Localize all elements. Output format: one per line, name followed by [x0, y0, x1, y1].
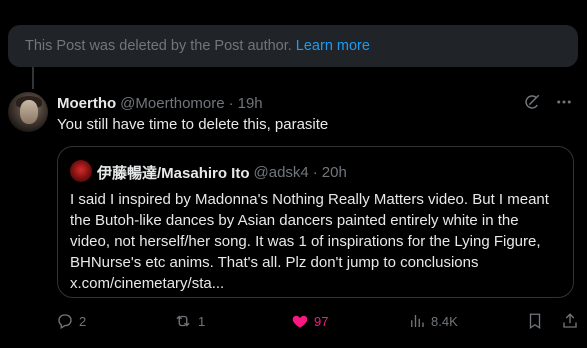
- reply-icon: [58, 314, 72, 329]
- quoted-post-text: I said I inspired by Madonna's Nothing R…: [70, 189, 565, 294]
- reply-button[interactable]: 2: [56, 312, 86, 330]
- share-icon: [563, 313, 577, 328]
- quoted-text-line: the Butoh-like dances by Asian dancers p…: [70, 212, 519, 229]
- more-options-icon[interactable]: [555, 93, 573, 111]
- bookmark-button[interactable]: [526, 312, 544, 330]
- reply-count: 2: [79, 313, 87, 329]
- quoted-post-header: 伊藤暢達/Masahiro Ito @adsk4 · 20h: [97, 162, 347, 183]
- quoted-text-link[interactable]: x.com/cinemetary/sta...: [70, 273, 565, 294]
- repost-count: 1: [198, 313, 206, 329]
- like-count: 97: [314, 313, 329, 329]
- quoted-post-timestamp[interactable]: 20h: [322, 164, 347, 181]
- quoted-text-line: I said I inspired by Madonna's Nothing R…: [70, 191, 549, 208]
- quoted-header-separator: ·: [312, 164, 318, 181]
- learn-more-link[interactable]: Learn more: [296, 38, 370, 54]
- quoted-post[interactable]: 伊藤暢達/Masahiro Ito @adsk4 · 20h I said I …: [57, 146, 574, 298]
- header-separator: ·: [228, 94, 234, 112]
- thread-connector-line: [32, 67, 34, 89]
- quoted-author-handle[interactable]: @adsk4: [254, 164, 309, 181]
- deleted-post-text: This Post was deleted by the Post author…: [25, 38, 292, 54]
- post-action-bar: 2 1 97 8.4K: [52, 312, 582, 334]
- post-timestamp[interactable]: 19h: [238, 95, 263, 112]
- avatar[interactable]: [8, 92, 48, 132]
- quoted-author-name[interactable]: 伊藤暢達/Masahiro Ito: [97, 162, 250, 183]
- grok-icon[interactable]: [523, 93, 541, 111]
- views-icon: [411, 315, 424, 327]
- author-handle[interactable]: @Moerthomore: [120, 95, 224, 112]
- post-header: Moertho @Moerthomore · 19h: [57, 93, 263, 113]
- share-button[interactable]: [561, 312, 579, 330]
- deleted-post-banner: This Post was deleted by the Post author…: [8, 25, 578, 67]
- repost-button[interactable]: 1: [173, 312, 205, 330]
- author-name[interactable]: Moertho: [57, 95, 116, 112]
- repost-icon: [176, 315, 190, 327]
- like-button[interactable]: 97: [291, 312, 328, 330]
- post-top-actions: [523, 93, 573, 111]
- bookmark-icon: [529, 313, 541, 330]
- post-text: You still have time to delete this, para…: [57, 116, 329, 133]
- quoted-text-line: BHNurse's etc anims. That's all. Plz don…: [70, 254, 479, 271]
- quoted-text-line: video, not herself/her song. It was 1 of…: [70, 233, 541, 250]
- views-button[interactable]: 8.4K: [408, 312, 458, 330]
- quoted-avatar[interactable]: [70, 160, 92, 182]
- heart-icon: [292, 315, 308, 328]
- view-count: 8.4K: [431, 313, 458, 329]
- avatar-face: [20, 100, 38, 124]
